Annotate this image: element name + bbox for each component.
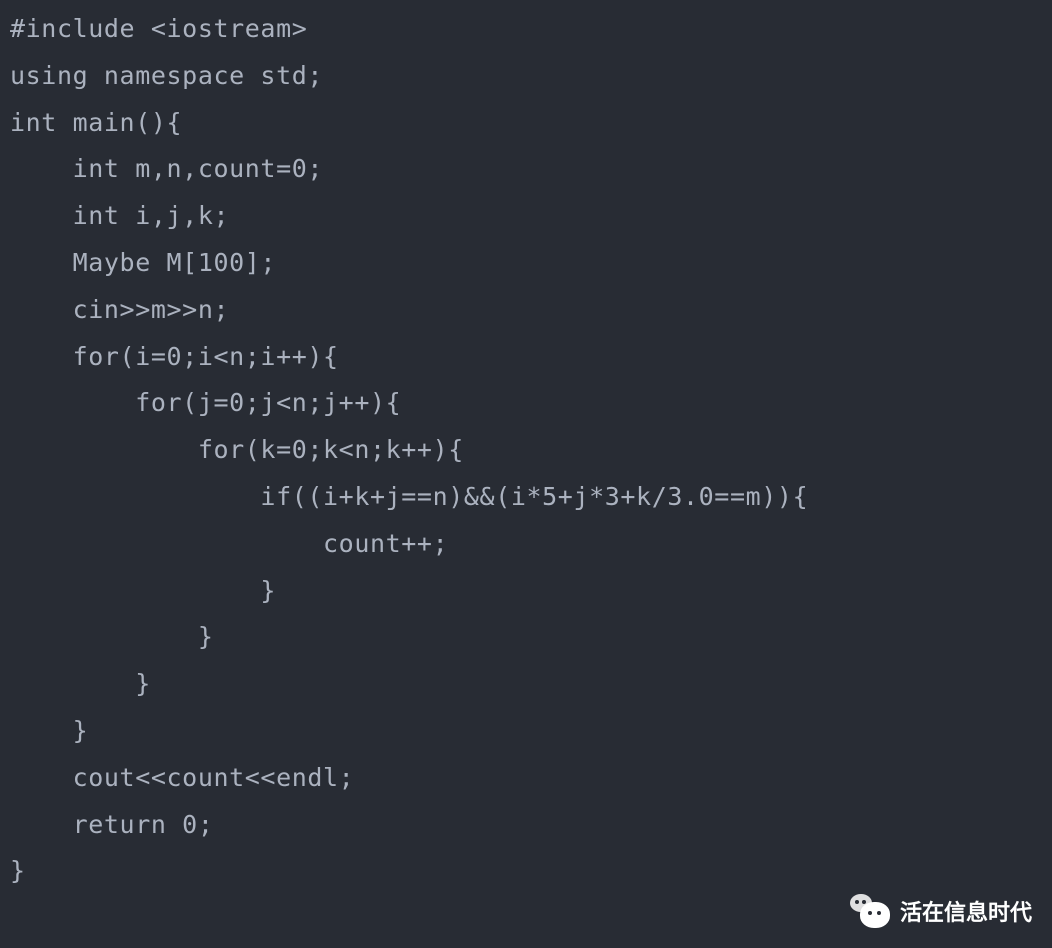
wechat-icon (850, 894, 890, 928)
watermark-label: 活在信息时代 (900, 895, 1032, 927)
watermark: 活在信息时代 (850, 894, 1032, 928)
code-block: #include <iostream> using namespace std;… (0, 0, 1052, 905)
